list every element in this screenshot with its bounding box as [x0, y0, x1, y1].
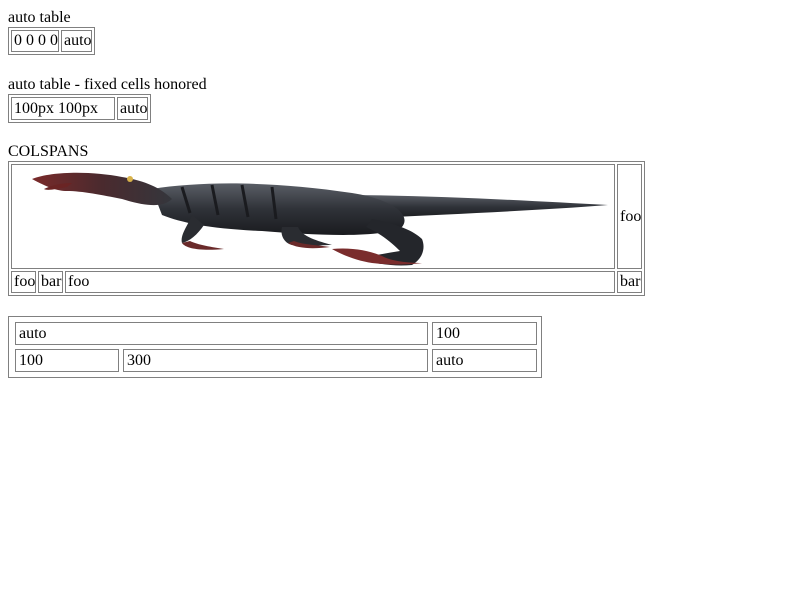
dinosaur-image	[32, 172, 608, 266]
colspans-title: COLSPANS	[8, 143, 89, 160]
auto-table: 0 0 0 0 auto	[8, 27, 95, 55]
colspans-bottom-cell-bar: bar	[38, 271, 63, 293]
grid-row2-cell-300: 300	[123, 349, 428, 372]
auto-table-cell-zeros: 0 0 0 0	[11, 30, 59, 52]
fixed-table-cell-auto: auto	[117, 97, 148, 120]
colspans-side-cell: foo	[617, 164, 642, 269]
grid-row2-cell-100: 100	[15, 349, 119, 372]
grid-row2-cell-auto: auto	[432, 349, 537, 372]
auto-table-title: auto table	[8, 9, 71, 26]
colspans-bottom-right-cell: bar	[617, 271, 642, 293]
grid-row1-cell-100: 100	[432, 322, 537, 345]
colspans-bottom-cell-foo-2: foo	[65, 271, 615, 293]
fixed-table: 100px 100px auto	[8, 94, 151, 123]
dinosaur-image-cell	[11, 164, 615, 269]
colspans-table: foo foo bar foo bar	[8, 161, 645, 296]
grid-row1-cell-auto: auto	[15, 322, 428, 345]
colspans-bottom-cell-foo-1: foo	[11, 271, 36, 293]
fixed-table-cell-sizes: 100px 100px	[11, 97, 115, 120]
grid-table: auto 100 100 300 auto	[8, 316, 542, 378]
auto-table-cell-auto: auto	[61, 30, 92, 52]
fixed-table-title: auto table - fixed cells honored	[8, 76, 207, 93]
